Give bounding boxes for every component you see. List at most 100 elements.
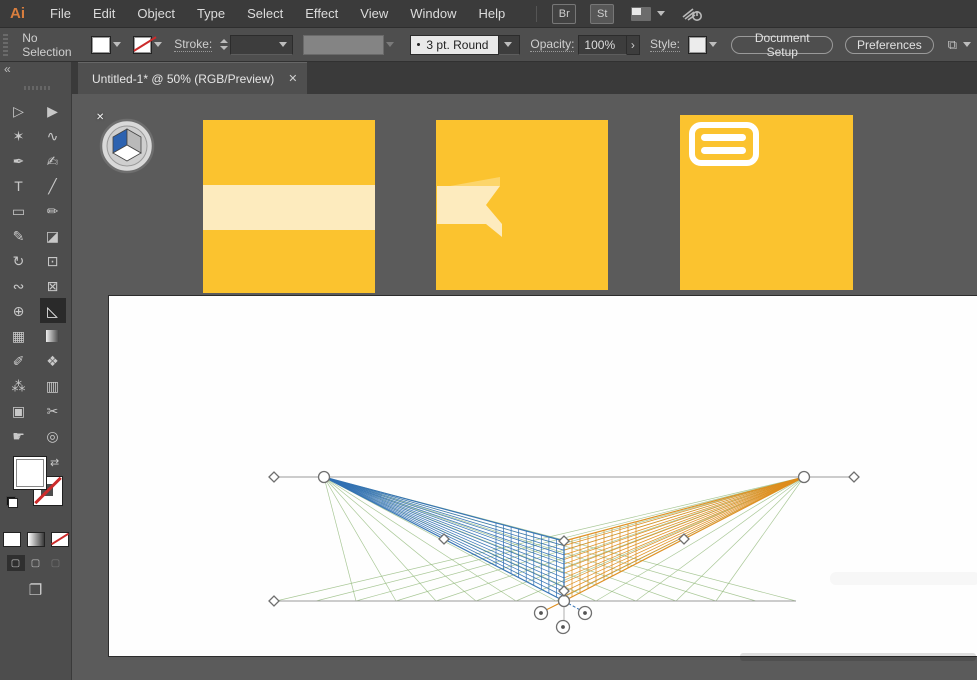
selection-tool[interactable]: ▷ [6,98,32,123]
slice-tool[interactable]: ✂ [40,398,66,423]
menu-edit[interactable]: Edit [82,6,126,21]
column-graph-tool[interactable]: ▥ [40,373,66,398]
brush-definition-select[interactable]: 3 pt. Round [410,34,499,55]
style-swatch[interactable] [688,35,708,54]
width-tool-icon: ∾ [12,277,25,294]
width-tool[interactable]: ∾ [6,273,32,298]
tab-row: « Untitled-1* @ 50% (RGB/Preview) ✕ [0,62,977,94]
preferences-button[interactable]: Preferences [845,35,934,54]
symbol-sprayer-tool-icon: ⁂ [11,377,26,394]
folder-square-2[interactable] [436,120,608,290]
style-label[interactable]: Style: [649,37,680,52]
stroke-label[interactable]: Stroke: [174,37,213,52]
swap-fill-stroke-icon[interactable]: ⇄ [50,456,59,469]
fill-proxy[interactable] [13,456,47,490]
default-fill-stroke-icon[interactable] [6,496,18,508]
menu-object[interactable]: Object [126,6,186,21]
draw-behind-icon[interactable]: ▢ [27,555,45,571]
menu-type[interactable]: Type [186,6,236,21]
plane-switching-cube-icon[interactable] [98,116,158,176]
transform-chevron-icon[interactable] [963,42,971,47]
faint-watermark [830,572,977,585]
canvas-area[interactable]: ✕ [72,94,977,680]
perspective-grid-tool[interactable]: ◺ [39,298,66,323]
brush-preview-dot [417,43,421,46]
stroke-weight-stepper[interactable] [220,39,229,50]
scale-tool-icon: ⊡ [46,252,59,269]
style-chevron-icon[interactable] [707,37,719,53]
lasso-tool[interactable]: ∿ [40,123,66,148]
blend-tool[interactable]: ❖ [40,348,66,373]
paintbrush-tool[interactable]: ✏ [40,198,66,223]
stock-button[interactable]: St [590,3,615,24]
document-setup-button[interactable]: Document Setup [731,31,833,59]
gradient-button[interactable] [26,532,45,547]
eraser-tool[interactable]: ◪ [40,223,66,248]
perspective-grid-svg[interactable] [108,295,977,657]
zoom-tool[interactable]: ◎ [40,423,66,448]
stroke-swatch[interactable] [132,35,153,54]
rectangle-tool[interactable]: ▭ [6,198,32,223]
tab-close-icon[interactable]: ✕ [288,72,297,85]
controlbar-grip[interactable] [3,33,9,56]
collapse-panel-icon[interactable]: « [4,62,11,76]
symbol-sprayer-tool[interactable]: ⁂ [6,373,32,398]
widget-close-icon[interactable]: ✕ [96,112,104,123]
fill-swatch[interactable] [91,35,111,54]
eyedropper-tool[interactable]: ✐ [6,348,32,373]
scale-tool[interactable]: ⊡ [40,248,66,273]
arrange-documents-icon[interactable] [631,6,652,21]
opacity-label[interactable]: Opacity: [530,37,575,52]
pen-tool[interactable]: ✒ [6,148,32,173]
perspective-grid-tool-icon: ◺ [47,302,58,319]
stroke-weight-select[interactable] [230,34,293,55]
folder-square-1[interactable] [203,120,375,293]
menu-separator [536,5,538,22]
selection-tool-icon: ▷ [13,102,24,119]
sync-settings-icon[interactable] [681,5,703,23]
menu-file[interactable]: File [39,6,82,21]
direct-selection-tool[interactable]: ▶ [40,98,66,123]
menu-help[interactable]: Help [467,6,516,21]
selection-status: No Selection [22,30,72,59]
menu-window[interactable]: Window [399,6,467,21]
opacity-next-icon[interactable]: › [626,34,640,55]
ribbon-shape [437,177,502,237]
pen-tool-icon: ✒ [12,152,25,169]
width-profile-select [302,34,385,55]
menu-select[interactable]: Select [236,6,294,21]
magic-wand-tool[interactable]: ✶ [6,123,32,148]
toolbar-grip[interactable] [24,86,50,90]
free-transform-tool[interactable]: ⊠ [40,273,66,298]
opacity-input[interactable]: 100% [578,34,627,55]
draw-normal-icon[interactable]: ▢ [6,555,25,571]
card-icon [689,122,759,166]
bridge-button[interactable]: Br [552,3,577,24]
plane-switching-widget[interactable]: ✕ [96,112,158,176]
transform-panel-icon[interactable]: ⧉ [948,37,957,53]
artboard-tool-icon: ▣ [11,402,26,419]
line-segment-tool[interactable]: ╱ [40,173,66,198]
shape-builder-tool[interactable]: ⊕ [6,298,32,323]
screen-mode-icon[interactable]: ❐ [0,581,71,599]
draw-inside-icon[interactable]: ▢ [47,555,65,571]
chevron-down-icon[interactable] [657,11,666,16]
pencil-tool[interactable]: ✎ [6,223,32,248]
menu-effect[interactable]: Effect [294,6,349,21]
curvature-tool[interactable]: ✍ [40,148,66,173]
brush-chevron-icon[interactable] [499,34,521,55]
menu-bar: Ai File Edit Object Type Select Effect View Win… [0,0,977,28]
folder-square-3[interactable] [680,115,853,290]
mesh-tool[interactable]: ▦ [6,323,32,348]
rectangle-tool-icon: ▭ [11,202,26,219]
rotate-tool[interactable]: ↻ [6,248,32,273]
none-button[interactable] [50,532,69,547]
fill-chevron-icon[interactable] [111,37,123,53]
color-button[interactable] [2,532,21,547]
document-tab[interactable]: Untitled-1* @ 50% (RGB/Preview) ✕ [78,62,308,94]
artboard-tool[interactable]: ▣ [6,398,32,423]
gradient-tool[interactable] [40,323,66,348]
type-tool[interactable]: T [6,173,32,198]
hand-tool[interactable]: ☛ [6,423,32,448]
menu-view[interactable]: View [349,6,399,21]
